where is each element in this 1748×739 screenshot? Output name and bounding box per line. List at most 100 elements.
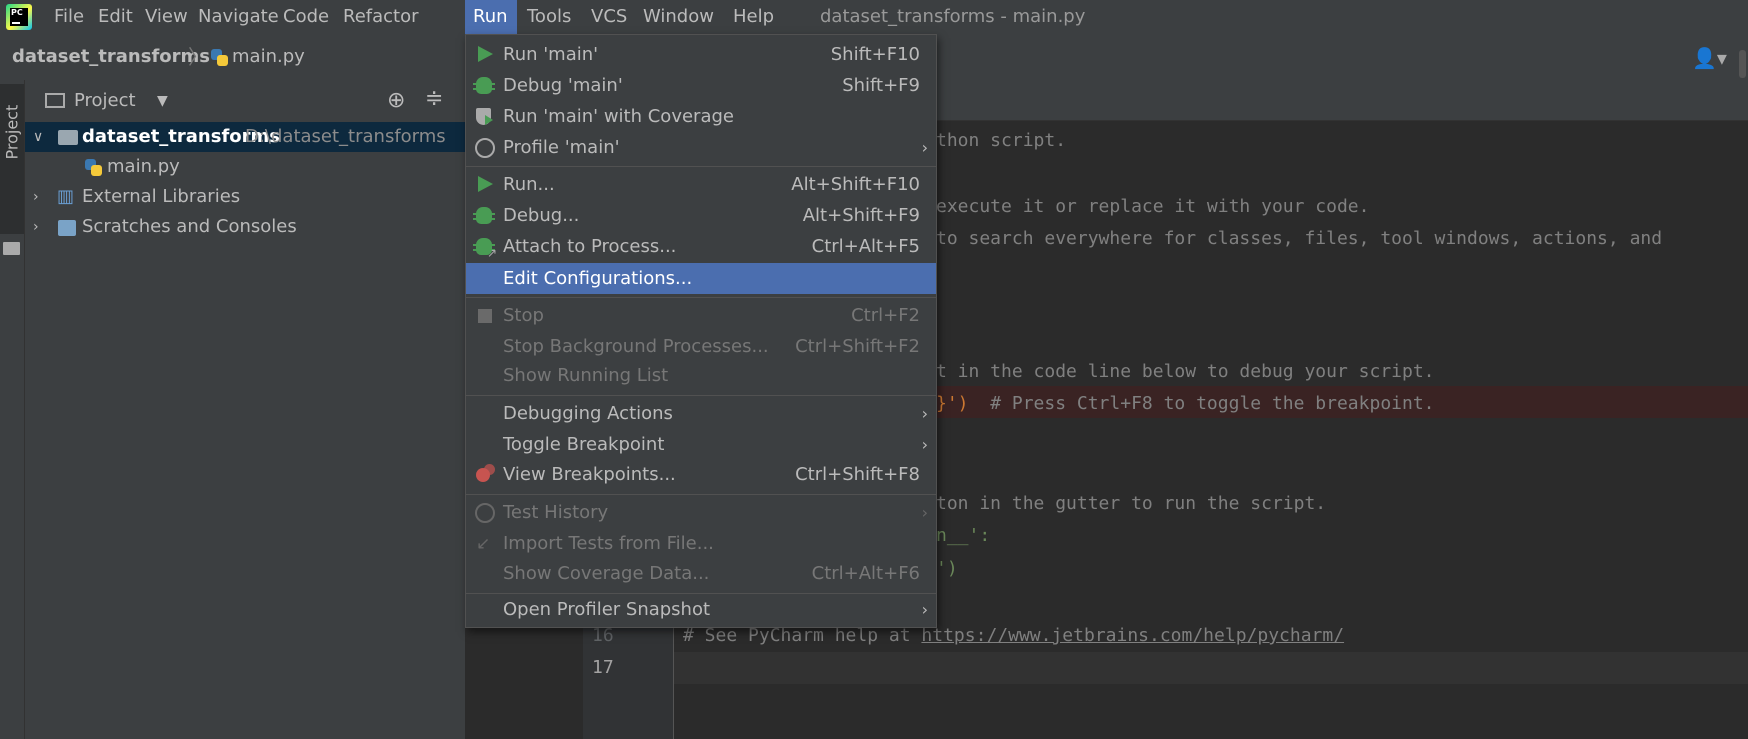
- project-tool-tab[interactable]: Project: [0, 84, 24, 255]
- dropdown-caret-icon[interactable]: ▼: [157, 80, 168, 122]
- menu-window[interactable]: Window: [638, 0, 719, 34]
- menu-item-debugging-actions[interactable]: Debugging Actions ›: [466, 398, 936, 429]
- run-play-icon: [478, 176, 493, 192]
- menu-file[interactable]: File: [49, 0, 89, 34]
- help-link[interactable]: https://www.jetbrains.com/help/pycharm/: [921, 625, 1344, 646]
- menu-item-label: Debug...: [503, 205, 580, 226]
- menu-item-shortcut: Ctrl+Shift+F2: [795, 336, 920, 357]
- menu-item-attach-to-process[interactable]: ↗ Attach to Process... Ctrl+Alt+F5: [466, 231, 936, 262]
- code-line: '): [936, 558, 958, 579]
- tree-item-label: External Libraries: [82, 186, 241, 207]
- menu-item-show-running-list[interactable]: Show Running List: [466, 360, 936, 391]
- code-comment: # See PyCharm help at: [683, 625, 922, 646]
- breadcrumb-file[interactable]: main.py: [232, 34, 305, 80]
- code-line-breakpoint: }') # Press Ctrl+F8 to toggle the breakp…: [936, 393, 1435, 414]
- import-arrow-icon: ↙: [476, 534, 491, 554]
- menu-item-import-tests[interactable]: ↙ Import Tests from File...: [466, 528, 936, 559]
- attach-arrow-icon: ↗: [487, 246, 498, 260]
- menu-code[interactable]: Code: [278, 0, 334, 34]
- menu-refactor[interactable]: Refactor: [338, 0, 424, 34]
- history-clock-icon: [475, 503, 495, 523]
- menu-vcs[interactable]: VCS: [586, 0, 632, 34]
- debug-bug-icon: [473, 207, 495, 224]
- menu-item-label: Run 'main' with Coverage: [503, 106, 734, 127]
- menu-item-run-main[interactable]: Run 'main' Shift+F10: [466, 39, 936, 70]
- tree-item-main-py[interactable]: main.py: [25, 152, 465, 182]
- menu-item-shortcut: Shift+F9: [842, 75, 920, 96]
- menu-item-debug-main[interactable]: Debug 'main' Shift+F9: [466, 70, 936, 101]
- submenu-arrow-icon: ›: [921, 435, 928, 454]
- menu-item-label: Edit Configurations...: [503, 268, 693, 289]
- scroll-strip: [1736, 80, 1748, 120]
- menu-item-test-history[interactable]: Test History ›: [466, 497, 936, 528]
- tree-item-path: D:\dataset_transforms: [245, 126, 446, 147]
- menu-item-shortcut: Shift+F10: [830, 44, 920, 65]
- menu-item-shortcut: Ctrl+Alt+F6: [811, 563, 920, 584]
- code-line: n__':: [936, 525, 991, 546]
- left-tool-stripe: Project: [0, 80, 25, 739]
- run-menu-dropdown: Run 'main' Shift+F10 Debug 'main' Shift+…: [465, 34, 937, 628]
- menu-item-label: Run...: [503, 174, 555, 195]
- menu-item-edit-configurations[interactable]: Edit Configurations...: [466, 263, 936, 294]
- stop-square-icon: [478, 309, 492, 323]
- tree-item-label: Scratches and Consoles: [82, 216, 297, 237]
- run-play-icon: [478, 46, 493, 62]
- menu-item-run-dialog[interactable]: Run... Alt+Shift+F10: [466, 169, 936, 200]
- panel-window-icon: [45, 93, 65, 108]
- menu-item-debug-dialog[interactable]: Debug... Alt+Shift+F9: [466, 200, 936, 231]
- submenu-arrow-icon: ›: [921, 404, 928, 423]
- chevron-down-icon[interactable]: ∨: [33, 122, 43, 152]
- locate-target-icon[interactable]: ⊕: [387, 88, 405, 113]
- tree-item-scratches[interactable]: › Scratches and Consoles: [25, 212, 465, 242]
- menu-item-label: Stop Background Processes...: [503, 336, 769, 357]
- menu-divider: [466, 166, 936, 167]
- menu-item-show-coverage-data[interactable]: Show Coverage Data... Ctrl+Alt+F6: [466, 558, 936, 589]
- menu-item-shortcut: Alt+Shift+F10: [791, 174, 920, 195]
- menu-help[interactable]: Help: [728, 0, 779, 34]
- menu-item-stop[interactable]: Stop Ctrl+F2: [466, 300, 936, 331]
- menu-navigate[interactable]: Navigate: [193, 0, 284, 34]
- code-line: to search everywhere for classes, files,…: [936, 228, 1663, 249]
- code-line: ton in the gutter to run the script.: [936, 493, 1327, 514]
- folder-icon: [58, 130, 78, 145]
- menu-run[interactable]: Run: [465, 0, 517, 34]
- pycharm-logo-icon: PC: [6, 4, 32, 30]
- menu-item-stop-background[interactable]: Stop Background Processes... Ctrl+Shift+…: [466, 331, 936, 362]
- code-fragment: }'): [936, 393, 969, 414]
- menu-item-shortcut: Ctrl+Alt+F5: [811, 236, 920, 257]
- project-tool-label: Project: [2, 104, 22, 160]
- menu-item-label: Show Coverage Data...: [503, 563, 710, 584]
- profiler-clock-icon: [475, 138, 495, 158]
- tree-item-label: main.py: [107, 156, 180, 177]
- submenu-arrow-icon: ›: [921, 600, 928, 619]
- menu-item-toggle-breakpoint[interactable]: Toggle Breakpoint ›: [466, 429, 936, 460]
- menu-item-label: Import Tests from File...: [503, 533, 714, 554]
- tree-item-external-libraries[interactable]: › ▥ External Libraries: [25, 182, 465, 212]
- menu-item-open-profiler-snapshot[interactable]: Open Profiler Snapshot ›: [466, 594, 936, 625]
- project-panel: Project ▼ ⊕ ≑ ∨ dataset_transforms D:\da…: [25, 80, 465, 739]
- python-file-icon: [210, 48, 228, 66]
- menu-tools[interactable]: Tools: [522, 0, 576, 34]
- code-line: t in the code line below to debug your s…: [936, 361, 1435, 382]
- menu-item-view-breakpoints[interactable]: View Breakpoints... Ctrl+Shift+F8: [466, 459, 936, 490]
- menu-item-run-with-coverage[interactable]: Run 'main' with Coverage: [466, 101, 936, 132]
- breadcrumb-project[interactable]: dataset_transforms: [12, 34, 210, 80]
- menu-edit[interactable]: Edit: [93, 0, 138, 34]
- scrollbar-thumb[interactable]: [1739, 50, 1746, 78]
- tree-item-project-root[interactable]: ∨ dataset_transforms D:\dataset_transfor…: [25, 122, 465, 152]
- line-number: 16: [592, 625, 614, 646]
- code-comment: # Press Ctrl+F8 to toggle the breakpoint…: [968, 393, 1435, 414]
- project-panel-title[interactable]: Project: [74, 80, 136, 122]
- chevron-right-icon[interactable]: ›: [33, 182, 39, 212]
- menu-divider: [466, 395, 936, 396]
- current-line-highlight: [674, 652, 1748, 684]
- debug-bug-icon: [473, 77, 495, 94]
- menu-view[interactable]: View: [140, 0, 193, 34]
- chevron-right-icon[interactable]: ›: [33, 212, 39, 242]
- user-account-icon[interactable]: 👤▾: [1692, 46, 1727, 70]
- menu-item-label: Run 'main': [503, 44, 599, 65]
- python-file-icon: [84, 158, 102, 176]
- menu-item-label: Show Running List: [503, 365, 669, 386]
- menu-item-profile-main[interactable]: Profile 'main' ›: [466, 132, 936, 163]
- collapse-all-icon[interactable]: ≑: [425, 86, 443, 111]
